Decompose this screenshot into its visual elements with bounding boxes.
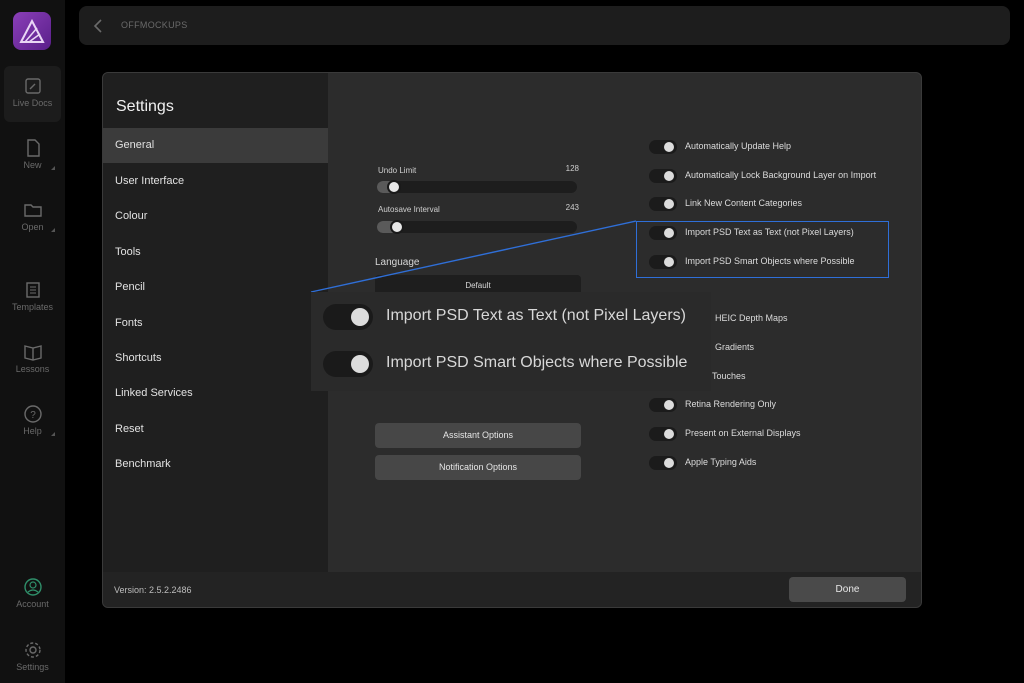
toggle-label: Retina Rendering Only bbox=[685, 399, 777, 409]
nav-item-general[interactable]: General bbox=[103, 128, 328, 163]
toggle-switch[interactable] bbox=[649, 456, 677, 470]
nav-item-benchmark[interactable]: Benchmark bbox=[103, 447, 328, 482]
slider-handle[interactable] bbox=[387, 180, 401, 194]
slider-handle[interactable] bbox=[390, 220, 404, 234]
sidebar-label: Live Docs bbox=[12, 98, 53, 108]
templates-icon bbox=[23, 280, 43, 300]
undo-limit-label: Undo Limit bbox=[378, 166, 417, 175]
account-icon bbox=[23, 577, 43, 597]
help-icon: ? bbox=[23, 404, 43, 424]
autosave-slider[interactable] bbox=[377, 220, 577, 234]
sidebar-item-templates[interactable]: Templates bbox=[4, 270, 61, 326]
undo-limit-slider[interactable] bbox=[377, 180, 577, 194]
nav-item-pencil[interactable]: Pencil bbox=[103, 270, 328, 305]
toggle-label: HEIC Depth Maps bbox=[715, 313, 788, 323]
sidebar-label: Templates bbox=[11, 302, 54, 312]
dialog-footer: Version: 2.5.2.2486 Done bbox=[103, 572, 921, 607]
settings-nav: Settings General User Interface Colour T… bbox=[103, 73, 328, 572]
live-docs-icon bbox=[23, 76, 43, 96]
sidebar-label: Help bbox=[23, 426, 42, 436]
toggle-switch[interactable] bbox=[649, 197, 677, 211]
nav-item-user-interface[interactable]: User Interface bbox=[103, 164, 328, 199]
toggle-switch[interactable] bbox=[649, 140, 677, 154]
top-bar: OFFMOCKUPS bbox=[79, 6, 1010, 45]
sidebar-label: Account bbox=[16, 599, 49, 609]
nav-item-fonts[interactable]: Fonts bbox=[103, 306, 328, 341]
dialog-title: Settings bbox=[116, 98, 174, 115]
toggle-label: Gradients bbox=[715, 342, 755, 352]
toggle-switch[interactable] bbox=[649, 169, 677, 183]
chevron-left-icon[interactable] bbox=[91, 18, 107, 34]
toggle-label: Automatically Update Help bbox=[685, 141, 792, 151]
toggle-switch[interactable] bbox=[649, 398, 677, 412]
app-sidebar: Live Docs New Open Templates Lessons ? H… bbox=[0, 0, 65, 683]
app-logo[interactable] bbox=[13, 12, 51, 50]
nav-item-linked-services[interactable]: Linked Services bbox=[103, 376, 328, 411]
sidebar-item-lessons[interactable]: Lessons bbox=[4, 332, 61, 388]
sidebar-item-new[interactable]: New bbox=[4, 128, 61, 184]
nav-item-reset[interactable]: Reset bbox=[103, 412, 328, 447]
sidebar-item-settings[interactable]: Settings bbox=[4, 630, 61, 683]
autosave-label: Autosave Interval bbox=[378, 205, 440, 214]
sidebar-item-help[interactable]: ? Help bbox=[4, 394, 61, 450]
sidebar-item-account[interactable]: Account bbox=[4, 567, 61, 623]
done-button[interactable]: Done bbox=[789, 577, 906, 602]
notification-options-button[interactable]: Notification Options bbox=[375, 455, 581, 480]
zoom-toggle-switch[interactable] bbox=[323, 304, 373, 330]
toggle-label: Touches bbox=[712, 371, 746, 381]
expand-indicator bbox=[51, 228, 55, 232]
autosave-value: 243 bbox=[565, 203, 579, 212]
version-label: Version: 2.5.2.2486 bbox=[114, 585, 192, 595]
svg-text:?: ? bbox=[30, 410, 36, 421]
zoom-toggle-switch[interactable] bbox=[323, 351, 373, 377]
sidebar-item-live-docs[interactable]: Live Docs bbox=[4, 66, 61, 122]
toggle-label: Link New Content Categories bbox=[685, 198, 803, 208]
toggle-label: Present on External Displays bbox=[685, 428, 801, 438]
new-document-icon bbox=[23, 138, 43, 158]
toggle-label: Automatically Lock Background Layer on I… bbox=[685, 170, 877, 180]
toggle-switch[interactable] bbox=[649, 427, 677, 441]
gear-icon bbox=[23, 640, 43, 660]
sidebar-label: Settings bbox=[16, 662, 49, 672]
language-label: Language bbox=[375, 257, 420, 268]
zoom-callout: Import PSD Text as Text (not Pixel Layer… bbox=[311, 292, 711, 391]
expand-indicator bbox=[51, 432, 55, 436]
assistant-options-button[interactable]: Assistant Options bbox=[375, 423, 581, 448]
nav-item-tools[interactable]: Tools bbox=[103, 235, 328, 270]
toggle-label: Apple Typing Aids bbox=[685, 457, 757, 467]
sidebar-label: New bbox=[23, 160, 42, 170]
document-title: OFFMOCKUPS bbox=[121, 20, 188, 30]
folder-icon bbox=[23, 200, 43, 220]
expand-indicator bbox=[51, 166, 55, 170]
book-icon bbox=[23, 342, 43, 362]
zoom-toggle-label: Import PSD Text as Text (not Pixel Layer… bbox=[386, 307, 686, 324]
sidebar-label: Lessons bbox=[15, 364, 50, 374]
undo-limit-value: 128 bbox=[565, 164, 579, 173]
highlight-frame bbox=[636, 221, 889, 278]
affinity-logo-icon bbox=[19, 18, 45, 43]
nav-item-shortcuts[interactable]: Shortcuts bbox=[103, 341, 328, 376]
zoom-toggle-label: Import PSD Smart Objects where Possible bbox=[386, 354, 688, 371]
nav-item-colour[interactable]: Colour bbox=[103, 199, 328, 234]
sidebar-item-open[interactable]: Open bbox=[4, 190, 61, 246]
sidebar-label: Open bbox=[21, 222, 44, 232]
